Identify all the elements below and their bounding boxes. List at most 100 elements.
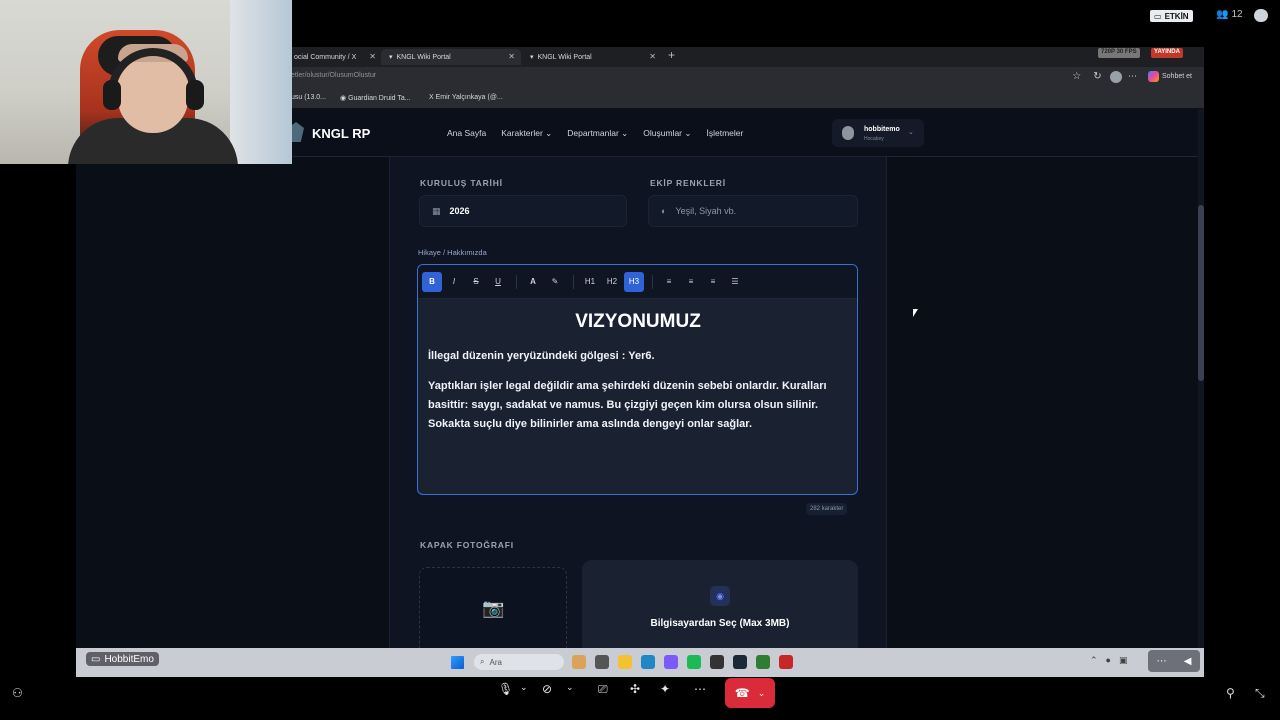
close-icon[interactable]: ✕	[649, 52, 656, 61]
cover-photo-preview: 📷	[419, 567, 567, 657]
live-badge: YAYINDA	[1151, 48, 1183, 58]
refresh-icon[interactable]: ↻	[1093, 71, 1101, 82]
heading3-button[interactable]: H3	[624, 271, 644, 292]
network-icon[interactable]: ▣	[1119, 655, 1128, 666]
nav-businesses[interactable]: İşletmeler	[707, 128, 744, 139]
nav-organizations[interactable]: Oluşumlar ⌄	[643, 128, 691, 139]
bold-button[interactable]: B	[422, 271, 442, 292]
close-icon[interactable]: ✕	[369, 52, 376, 61]
nav-departments[interactable]: Departmanlar ⌄	[567, 128, 628, 139]
star-icon[interactable]: ☆	[1072, 71, 1081, 82]
app-icon[interactable]	[756, 655, 770, 669]
nav-home[interactable]: Ana Sayfa	[447, 128, 486, 139]
user-menu[interactable]: hobbitemo Hocabey ⌄	[832, 119, 924, 147]
windows-start-icon[interactable]	[451, 656, 464, 669]
align-left-icon[interactable]: ≡	[659, 272, 679, 292]
tab-title: ocial Community / X	[294, 53, 357, 61]
search-placeholder: Ara	[489, 657, 502, 667]
editor-content[interactable]: VIZYONUMUZ İllegal düzenin yeryüzündeki …	[428, 299, 848, 434]
browser-tab-active[interactable]: ▾ KNGL Wiki Portal ✕	[381, 49, 521, 65]
url-text[interactable]: etler/olustur/OlusumOlustur	[291, 72, 376, 79]
strikethrough-button[interactable]: S	[466, 272, 486, 292]
hang-up-icon: ☎	[734, 686, 750, 700]
chevron-down-icon[interactable]: ⌄	[566, 682, 574, 693]
edge-icon[interactable]	[641, 655, 655, 669]
headset-earcup-right	[186, 80, 204, 110]
camera-off-icon[interactable]: ⊘	[542, 682, 552, 696]
site-favicon-icon: ◉	[340, 95, 347, 102]
italic-button[interactable]: I	[444, 272, 464, 292]
site-logo[interactable]: KNGL RP	[312, 126, 370, 141]
taskbar-search[interactable]: ⌕ Ara	[474, 654, 564, 670]
close-icon[interactable]: ✕	[508, 52, 515, 61]
chat-icon[interactable]	[1254, 9, 1268, 22]
founding-date-label: KURULUŞ TARİHİ	[420, 178, 503, 188]
founding-date-field[interactable]: ▦ 2026	[419, 195, 627, 227]
streamer-name: HobbitEmo	[104, 653, 154, 665]
activities-icon[interactable]: ✣	[630, 682, 640, 696]
scrollbar-thumb[interactable]	[1198, 205, 1204, 381]
mic-icon[interactable]: ●	[1106, 655, 1111, 666]
x-logo-icon: X	[429, 94, 434, 101]
streamer-name-tag: ▭ HobbitEmo	[86, 652, 159, 666]
team-colors-input[interactable]: ◐ Yeşil, Siyah vb.	[648, 195, 858, 227]
webcam-feed	[0, 0, 292, 164]
calendar-icon: ▦	[432, 205, 441, 216]
system-tray: ⌃ ● ▣	[1090, 655, 1128, 666]
taskbar-apps	[572, 655, 793, 669]
heading1-button[interactable]: H1	[580, 272, 600, 292]
volume-icon[interactable]: ◀	[1184, 656, 1192, 667]
chevron-down-icon[interactable]: ⌄	[520, 682, 528, 693]
more-options-icon[interactable]: ⋯	[694, 682, 706, 696]
text-color-button[interactable]: A	[523, 272, 543, 292]
steam-icon[interactable]	[733, 655, 747, 669]
nav-characters[interactable]: Karakterler ⌄	[501, 128, 552, 139]
screen-share-icon[interactable]: ⎚	[598, 682, 608, 697]
profile-icon[interactable]	[1110, 71, 1122, 83]
soundboard-icon[interactable]: ✦	[660, 682, 670, 696]
copilot-chat-button[interactable]: Sohbet et	[1148, 71, 1192, 82]
bookmark-item[interactable]: ◉ Guardian Druid Ta...	[340, 94, 411, 102]
microphone-icon[interactable]: 🎙	[498, 682, 513, 696]
tab-title: KNGL Wiki Portal	[537, 53, 592, 61]
browser-tab[interactable]: ocial Community / X ✕	[286, 49, 382, 65]
screen-icon: ▭	[1154, 11, 1162, 21]
spotify-icon[interactable]	[687, 655, 701, 669]
align-justify-icon[interactable]: ☰	[725, 272, 745, 292]
align-right-icon[interactable]: ≡	[703, 272, 723, 292]
heading2-button[interactable]: H2	[602, 272, 622, 292]
bookmark-item[interactable]: X Emir Yalçınkaya (@...	[429, 94, 503, 101]
more-icon[interactable]: ⋯	[1157, 656, 1167, 667]
add-friend-icon[interactable]: ⚇	[12, 686, 23, 700]
discord-icon[interactable]	[664, 655, 678, 669]
page-scrollbar[interactable]	[1198, 109, 1204, 677]
browser-tab[interactable]: ▾ KNGL Wiki Portal ✕	[522, 49, 662, 65]
editor-paragraph: İllegal düzenin yeryüzündeki gölgesi : Y…	[428, 350, 655, 362]
leave-call-button[interactable]: ☎ ⌄	[725, 678, 775, 708]
underline-button[interactable]: U	[488, 272, 508, 292]
toolbar-divider	[573, 274, 574, 289]
folder-icon[interactable]	[618, 655, 632, 669]
cover-photo-label: KAPAK FOTOĞRAFI	[420, 540, 514, 550]
call-controls: 🎙 ⌄ ⊘ ⌄ ⎚ ✣ ✦ ⋯ ☎ ⌄	[490, 678, 790, 708]
app-icon[interactable]	[595, 655, 609, 669]
align-center-icon[interactable]: ≡	[681, 272, 701, 292]
app-icon[interactable]	[779, 655, 793, 669]
viewer-count: 12	[1231, 9, 1243, 20]
viewers-button[interactable]: 👥 12	[1216, 9, 1243, 20]
app-icon[interactable]	[572, 655, 586, 669]
new-tab-icon[interactable]: +	[668, 48, 675, 62]
more-icon[interactable]: ⋯	[1128, 71, 1137, 82]
site-favicon-icon: ▾	[389, 54, 393, 61]
highlight-icon[interactable]: ✎	[545, 272, 565, 292]
avatar	[842, 126, 854, 140]
founding-date-value: 2026	[449, 206, 470, 216]
pin-icon[interactable]: ⚲	[1226, 686, 1235, 700]
chevron-down-icon: ⌄	[757, 687, 766, 698]
bookmark-item[interactable]: usu (13.0...	[291, 94, 326, 101]
exit-fullscreen-icon[interactable]: ⤡	[1255, 686, 1265, 701]
terminal-icon[interactable]	[710, 655, 724, 669]
rich-text-editor[interactable]: B I S U A ✎ H1 H2 H3 ≡ ≡ ≡ ☰ VIZYONUMUZ …	[417, 264, 858, 495]
windows-taskbar: ▭ HobbitEmo ⌕ Ara ⌃ ● ▣ ⋯ ◀	[76, 648, 1204, 677]
chevron-up-icon[interactable]: ⌃	[1090, 655, 1098, 666]
